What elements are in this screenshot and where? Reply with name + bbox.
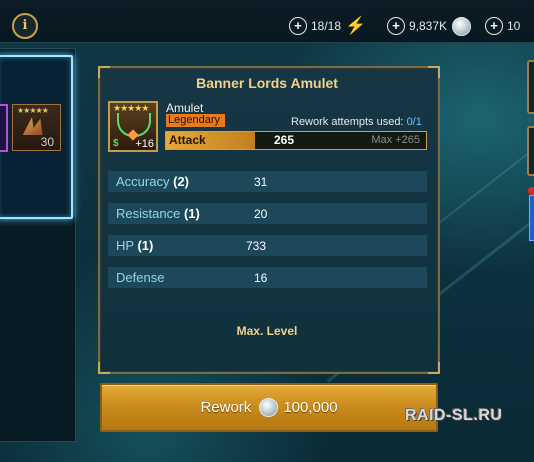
inventory-artifact-slot[interactable]: ★★★★★ 30: [12, 104, 61, 151]
star-rating-icon: ★★★★★: [17, 106, 49, 115]
energy-value: 18/18: [311, 19, 342, 33]
substat-row: HP (1) 733: [108, 235, 427, 256]
substat-rolls: (1): [183, 206, 200, 221]
max-level-label: Max. Level: [236, 324, 298, 338]
substat-rolls: (1): [137, 238, 154, 253]
side-tab-blue[interactable]: [529, 195, 534, 241]
info-icon[interactable]: i: [12, 13, 38, 39]
substat-value: 16: [254, 271, 268, 285]
substat-rolls: (2): [173, 174, 189, 189]
rarity-badge: Legendary: [166, 114, 225, 127]
substat-label: Accuracy: [116, 174, 170, 189]
rework-attempts-label: Rework attempts used:: [291, 116, 404, 128]
top-bar: i + 18/18 ⚡ + 9,837K + 10: [0, 0, 534, 43]
substat-name: HP (1): [116, 238, 153, 253]
artifact-level-badge: +16: [135, 138, 154, 150]
silver-value: 9,837K: [409, 19, 448, 33]
add-silver-button[interactable]: +: [387, 17, 405, 35]
gems-value: 10: [507, 19, 521, 33]
substat-value: 31: [254, 175, 268, 189]
rework-button-content: Rework 100,000: [102, 385, 436, 430]
silver-coin-icon: [259, 398, 279, 417]
add-energy-button[interactable]: +: [289, 17, 307, 35]
main-stat-name: Attack: [166, 132, 255, 149]
rework-button[interactable]: Rework 100,000: [100, 383, 438, 432]
silver-counter: + 9,837K: [387, 16, 472, 36]
artifact-type: Amulet: [166, 101, 204, 115]
substat-row: Defense 16: [108, 267, 427, 288]
substat-row: Accuracy (2) 31: [108, 171, 427, 192]
artifact-title: Banner Lords Amulet: [196, 75, 338, 91]
silver-coin-icon: [452, 16, 472, 36]
add-gems-button[interactable]: +: [485, 17, 503, 35]
substat-value: 733: [246, 239, 267, 253]
inventory-slot-epic[interactable]: [0, 104, 8, 152]
artifact-crystal-icon: [21, 117, 48, 135]
rework-button-label: Rework: [200, 399, 252, 416]
substat-label: Resistance: [116, 206, 181, 221]
substat-label: HP: [116, 238, 134, 253]
panel-corner: [98, 362, 110, 374]
rework-cost: 100,000: [283, 399, 338, 416]
side-tab[interactable]: [527, 60, 534, 114]
lightning-icon: ⚡: [345, 16, 367, 35]
substat-value: 20: [254, 207, 268, 221]
substat-name: Defense: [116, 270, 164, 285]
substat-row: Resistance (1) 20: [108, 203, 427, 224]
substat-name: Accuracy (2): [116, 174, 189, 189]
set-icon: $: [113, 138, 119, 149]
amulet-icon: ★★★★★ $ +16: [108, 101, 158, 152]
side-tab[interactable]: [527, 126, 534, 176]
substat-label: Defense: [116, 270, 165, 285]
substat-name: Resistance (1): [116, 206, 200, 221]
energy-counter: + 18/18 ⚡: [289, 16, 366, 36]
main-stat-max: Max +265: [371, 134, 420, 146]
main-stat-row: Attack 265 Max +265: [165, 131, 427, 150]
inventory-slot-level: 30: [40, 135, 54, 149]
main-stat-value: 265: [274, 133, 295, 147]
watermark: RAID-SL.RU: [405, 407, 503, 424]
rework-attempts: Rework attempts used: 0/1: [291, 116, 422, 128]
gems-counter: + 10: [485, 16, 520, 36]
rework-attempts-value: 0/1: [406, 116, 422, 128]
panel-corner: [428, 362, 440, 374]
notification-dot: [528, 187, 534, 195]
